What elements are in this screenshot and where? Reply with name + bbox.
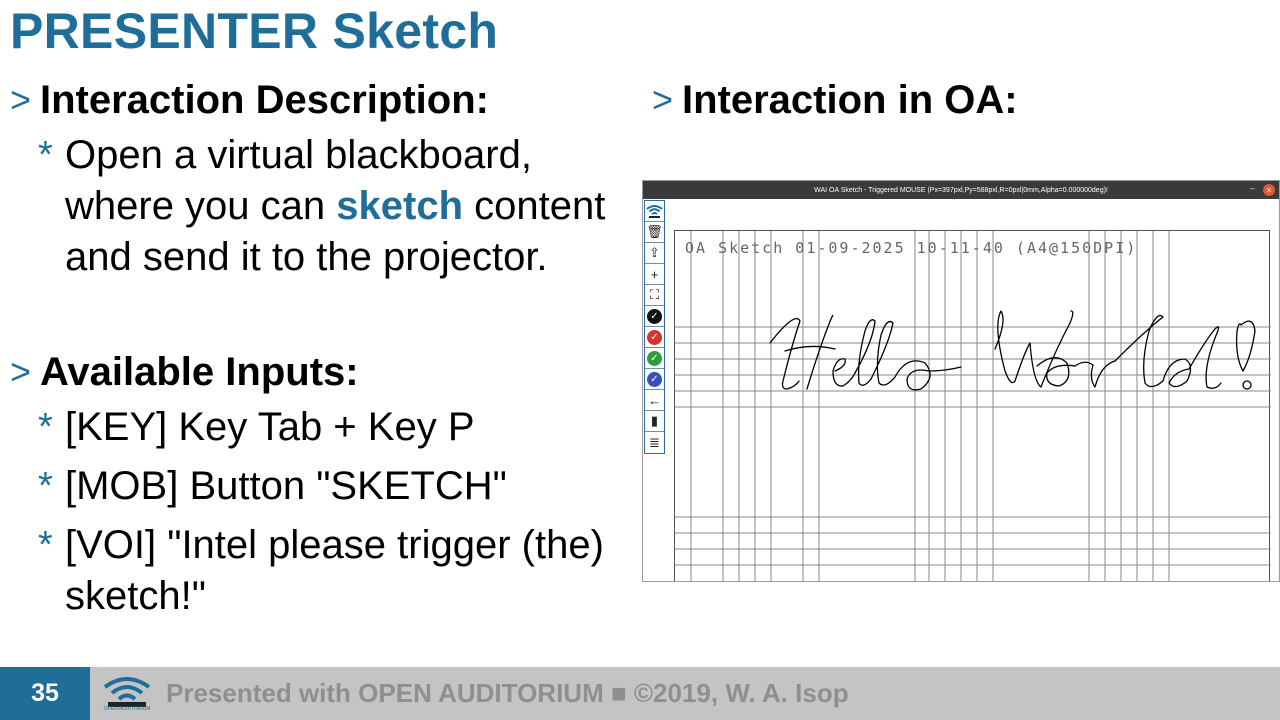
sketch-window: WAI OA Sketch - Triggered MOUSE (Px=397p…	[642, 180, 1280, 582]
section-arrow: >	[652, 79, 674, 120]
section-title: Interaction Description:	[40, 78, 489, 122]
blue-check-button[interactable]: ✓	[645, 369, 664, 390]
blue-check-icon: ✓	[647, 371, 662, 387]
slide-footer: 35 OPEN AUDITORIUM Presented with OPEN A…	[0, 667, 1280, 720]
red-check-icon: ✓	[647, 329, 662, 345]
list-item: * [KEY] Key Tab + Key P	[38, 402, 610, 453]
open-auditorium-logo: OPEN AUDITORIUM	[98, 672, 156, 716]
sketch-toolbar: 🗑 ⇪ + ⛶ ✓ ✓ ✓ ✓ ← ▮ ≣	[644, 200, 665, 454]
footer-text: Presented with OPEN AUDITORIUM ■ ©2019, …	[166, 678, 849, 708]
trash-icon[interactable]: 🗑	[645, 222, 664, 243]
green-check-icon: ✓	[647, 350, 662, 366]
section-available-inputs: > Available Inputs: * [KEY] Key Tab + Ke…	[10, 350, 610, 622]
sketch-canvas[interactable]: OA Sketch 01-09-2025 10-11-40 (A4@150DPI…	[674, 230, 1271, 581]
red-check-button[interactable]: ✓	[645, 327, 664, 348]
minimize-button[interactable]: –	[1250, 183, 1255, 193]
lined-page-icon[interactable]: ≣	[645, 432, 664, 453]
section-arrow: >	[10, 79, 32, 120]
export-icon[interactable]: ⇪	[645, 243, 664, 264]
logo-caption: OPEN AUDITORIUM	[103, 705, 151, 712]
fullscreen-icon[interactable]: ⛶	[645, 285, 664, 306]
bullet-list: * [KEY] Key Tab + Key P * [MOB] Button "…	[38, 402, 610, 622]
list-item: * [MOB] Button "SKETCH"	[38, 461, 610, 512]
bullet-star: *	[38, 465, 53, 507]
window-title: WAI OA Sketch - Triggered MOUSE (Px=397p…	[814, 186, 1108, 194]
bullet-star: *	[38, 524, 53, 566]
section-title: Available Inputs:	[40, 350, 359, 394]
section-interaction-description: > Interaction Description: * Open a virt…	[10, 78, 610, 283]
handwriting-sketch	[769, 310, 1256, 391]
black-page-icon[interactable]: ▮	[645, 411, 664, 432]
section-arrow: >	[10, 351, 32, 392]
page-number: 35	[0, 667, 90, 720]
bullet-list: * Open a virtual blackboard, where you c…	[38, 130, 610, 283]
crosshair-icon[interactable]: +	[645, 264, 664, 285]
wifi-logo-icon[interactable]	[645, 201, 664, 222]
close-button[interactable]: ×	[1263, 184, 1275, 196]
section-title: Interaction in OA:	[682, 78, 1018, 122]
green-check-button[interactable]: ✓	[645, 348, 664, 369]
wifi-logo-icon	[103, 676, 151, 707]
black-check-button[interactable]: ✓	[645, 306, 664, 327]
section-interaction-in-oa: > Interaction in OA:	[652, 78, 1018, 122]
window-titlebar[interactable]: WAI OA Sketch - Triggered MOUSE (Px=397p…	[643, 181, 1279, 199]
list-item: * Open a virtual blackboard, where you c…	[38, 130, 610, 283]
black-check-icon: ✓	[647, 308, 662, 324]
bullet-star: *	[38, 134, 53, 176]
highlight-word: sketch	[336, 184, 464, 228]
list-item: * [VOI] "Intel please trigger (the) sket…	[38, 520, 610, 622]
bullet-star: *	[38, 406, 53, 448]
slide-title: PRESENTER Sketch	[10, 3, 499, 59]
back-arrow-icon[interactable]: ←	[645, 390, 664, 411]
